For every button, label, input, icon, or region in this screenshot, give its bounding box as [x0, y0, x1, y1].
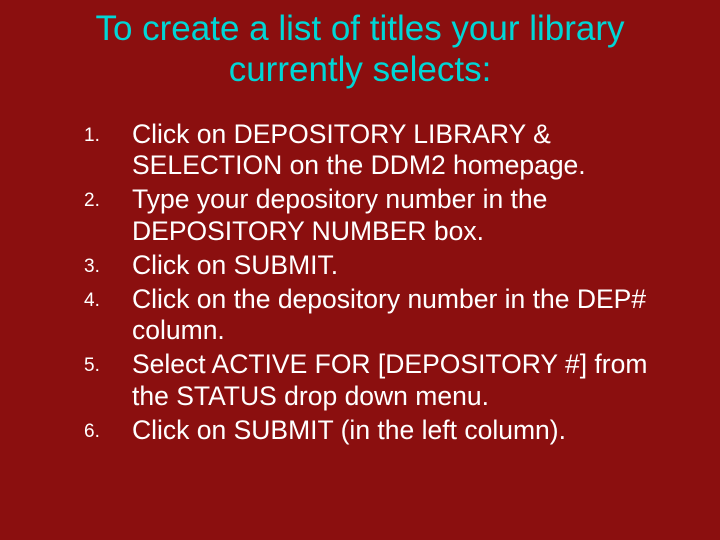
steps-list: Click on DEPOSITORY LIBRARY & SELECTION … [36, 119, 684, 447]
list-item: Click on SUBMIT. [132, 250, 684, 282]
list-item: Select ACTIVE FOR [DEPOSITORY #] from th… [132, 349, 684, 413]
list-item: Click on SUBMIT (in the left column). [132, 415, 684, 447]
list-item: Type your depository number in the DEPOS… [132, 184, 684, 248]
slide: To create a list of titles your library … [0, 0, 720, 540]
list-item: Click on DEPOSITORY LIBRARY & SELECTION … [132, 119, 684, 183]
slide-title: To create a list of titles your library … [36, 8, 684, 91]
list-item: Click on the depository number in the DE… [132, 284, 684, 348]
